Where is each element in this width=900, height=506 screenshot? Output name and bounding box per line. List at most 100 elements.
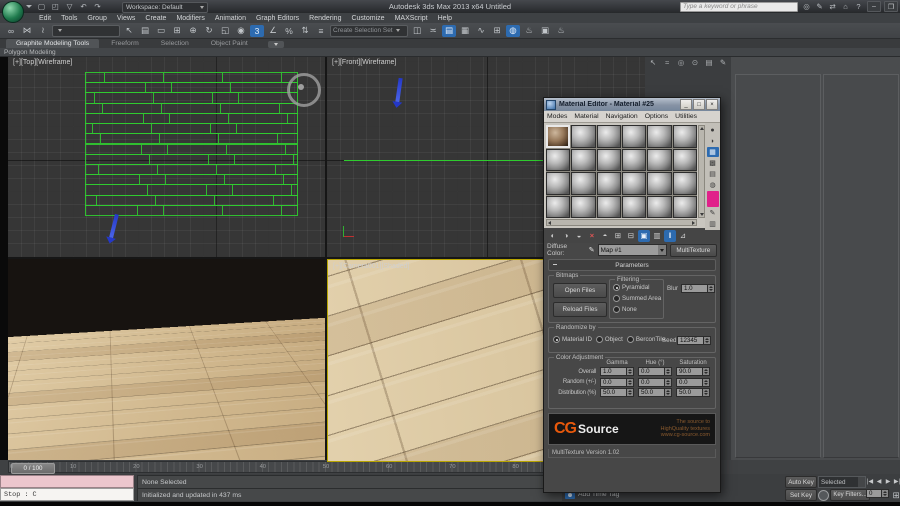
menu-edit[interactable]: Edit bbox=[34, 15, 56, 22]
me-menu-material[interactable]: Material bbox=[574, 113, 598, 120]
radio-material-id[interactable]: Material ID bbox=[553, 336, 592, 343]
overall-gamma-spinner[interactable]: 1.0 bbox=[600, 367, 634, 376]
infocenter-icon[interactable]: ◎ bbox=[801, 1, 812, 12]
hierarchy-tab-icon[interactable]: ◎ bbox=[675, 57, 687, 68]
open-file-icon[interactable]: ◰ bbox=[50, 1, 61, 12]
viewport-top-label[interactable]: [+][Top][Wireframe] bbox=[13, 59, 72, 66]
menu-graph-editors[interactable]: Graph Editors bbox=[251, 15, 304, 22]
material-sample-slot[interactable] bbox=[622, 172, 647, 195]
material-sample-slot[interactable] bbox=[546, 172, 571, 195]
seed-spinner[interactable]: 12345 bbox=[677, 336, 711, 345]
material-editor-titlebar[interactable]: Material Editor - Material #25 _ □ × bbox=[544, 98, 720, 111]
modify-tab-icon[interactable]: ≈ bbox=[661, 57, 673, 68]
curve-editor-icon[interactable]: ∿ bbox=[474, 25, 488, 37]
material-sample-slot[interactable] bbox=[596, 172, 621, 195]
menu-group[interactable]: Group bbox=[82, 15, 111, 22]
overall-saturation-spinner[interactable]: 90.0 bbox=[676, 367, 710, 376]
material-sample-slot[interactable] bbox=[546, 148, 571, 171]
material-sample-slot[interactable] bbox=[571, 125, 596, 148]
menu-help[interactable]: Help bbox=[433, 15, 457, 22]
video-color-check-icon[interactable]: ▤ bbox=[707, 169, 719, 179]
percent-snap-icon[interactable]: % bbox=[282, 25, 296, 37]
me-menu-utilities[interactable]: Utilities bbox=[675, 113, 697, 120]
material-sample-slot[interactable] bbox=[571, 148, 596, 171]
material-sample-slot[interactable] bbox=[672, 148, 697, 171]
make-preview-icon[interactable]: ◍ bbox=[707, 180, 719, 190]
material-map-navigator-icon[interactable]: ▥ bbox=[707, 219, 719, 229]
go-to-end-icon[interactable]: ▶| bbox=[893, 476, 900, 486]
material-sample-slot[interactable] bbox=[672, 125, 697, 148]
material-sample-slot[interactable] bbox=[622, 195, 647, 218]
material-sample-slot[interactable] bbox=[647, 172, 672, 195]
select-object-icon[interactable]: ↖ bbox=[122, 25, 136, 37]
sample-uv-tiling-icon[interactable]: ▩ bbox=[707, 158, 719, 168]
me-menu-navigation[interactable]: Navigation bbox=[606, 113, 638, 120]
subscription-icon[interactable]: ✎ bbox=[814, 1, 825, 12]
menu-create[interactable]: Create bbox=[140, 15, 171, 22]
material-sample-slot[interactable] bbox=[647, 125, 672, 148]
menu-maxscript[interactable]: MAXScript bbox=[390, 15, 433, 22]
menu-customize[interactable]: Customize bbox=[346, 15, 389, 22]
map-name-dropdown[interactable]: Map #1 bbox=[597, 244, 667, 256]
go-forward-to-sibling-icon[interactable]: ⊿ bbox=[677, 230, 689, 242]
time-slider[interactable]: 0 / 100 bbox=[11, 463, 55, 474]
key-mode-dropdown[interactable]: Selected bbox=[818, 476, 866, 488]
material-sample-slot[interactable] bbox=[596, 125, 621, 148]
spinner-field[interactable]: 1.0 bbox=[600, 367, 627, 376]
save-file-icon[interactable]: ▽ bbox=[64, 1, 75, 12]
ribbon-tab-selection[interactable]: Selection bbox=[151, 39, 199, 48]
me-close-button[interactable]: × bbox=[706, 99, 718, 110]
seed-value[interactable]: 12345 bbox=[677, 336, 704, 345]
select-by-material-icon[interactable]: ✎ bbox=[707, 208, 719, 218]
ribbon-tab-freeform[interactable]: Freeform bbox=[101, 39, 149, 48]
sample-horizontal-scrollbar[interactable] bbox=[546, 219, 697, 226]
help-icon[interactable]: ? bbox=[853, 1, 864, 12]
play-animation-icon[interactable]: ▶ bbox=[884, 476, 892, 486]
show-end-result-icon[interactable]: ▥ bbox=[651, 230, 663, 242]
distribution-gamma-spinner[interactable]: 50.0 bbox=[600, 388, 634, 397]
radio-summed-area[interactable]: Summed Area bbox=[613, 295, 661, 302]
maxscript-mini-listener-macro[interactable] bbox=[0, 475, 134, 488]
named-selection-sets-icon[interactable]: ≡ bbox=[314, 25, 328, 37]
ribbon-tab-object-paint[interactable]: Object Paint bbox=[201, 39, 258, 48]
ribbon-overflow-icon[interactable] bbox=[267, 41, 284, 48]
put-material-to-scene-icon[interactable]: ◑ bbox=[560, 230, 572, 242]
render-setup-icon[interactable]: ♨ bbox=[522, 25, 536, 37]
named-selection-set-field[interactable]: Create Selection Set bbox=[330, 24, 408, 37]
material-sample-slot[interactable] bbox=[622, 148, 647, 171]
parameters-rollout-header[interactable]: Parameters bbox=[548, 259, 716, 271]
select-and-move-icon[interactable]: ⊕ bbox=[186, 25, 200, 37]
key-filters-button[interactable]: Key Filters... bbox=[830, 489, 870, 501]
material-editor-icon[interactable]: ◍ bbox=[506, 24, 520, 37]
sample-type-icon[interactable]: ● bbox=[707, 125, 719, 135]
graphite-ribbon-icon[interactable]: ▦ bbox=[458, 25, 472, 37]
communication-icon[interactable]: ⇄ bbox=[827, 1, 838, 12]
spinner-field[interactable]: 50.0 bbox=[600, 388, 627, 397]
set-key-mode-icon[interactable] bbox=[818, 490, 829, 501]
viewport-front-label[interactable]: [+][Front][Wireframe] bbox=[332, 59, 396, 66]
go-to-start-icon[interactable]: |◀ bbox=[866, 476, 874, 486]
viewport-camera-label[interactable]: [+][Camera001][Shaded] bbox=[333, 263, 409, 270]
frame-field[interactable]: 0 bbox=[866, 489, 882, 498]
material-sample-slot[interactable] bbox=[571, 195, 596, 218]
menu-modifiers[interactable]: Modifiers bbox=[171, 15, 209, 22]
me-maximize-button[interactable]: □ bbox=[693, 99, 705, 110]
blur-spinner[interactable]: 1.0 bbox=[681, 284, 715, 293]
reload-files-button[interactable]: Reload Files bbox=[553, 302, 607, 317]
create-tab-icon[interactable]: ↖ bbox=[647, 57, 659, 68]
select-by-name-icon[interactable]: ▤ bbox=[138, 25, 152, 37]
background-icon[interactable]: ▦ bbox=[706, 147, 719, 157]
menu-rendering[interactable]: Rendering bbox=[304, 15, 346, 22]
snaps-toggle-icon[interactable]: 3 bbox=[250, 24, 264, 37]
material-sample-slot[interactable] bbox=[672, 195, 697, 218]
go-to-parent-icon[interactable]: ‖ bbox=[664, 229, 676, 242]
menu-animation[interactable]: Animation bbox=[210, 15, 251, 22]
bind-to-spacewarp-icon[interactable]: ≀ bbox=[36, 25, 50, 37]
select-and-scale-icon[interactable]: ◱ bbox=[218, 25, 232, 37]
restore-button[interactable]: ❐ bbox=[884, 1, 898, 12]
put-to-library-icon[interactable]: ⊞ bbox=[612, 230, 624, 242]
use-pivot-center-icon[interactable]: ◉ bbox=[234, 25, 248, 37]
spinner-field[interactable]: 50.0 bbox=[638, 388, 665, 397]
sample-vertical-scrollbar[interactable] bbox=[698, 125, 705, 218]
polygon-modeling-panel-label[interactable]: Polygon Modeling bbox=[4, 49, 56, 56]
